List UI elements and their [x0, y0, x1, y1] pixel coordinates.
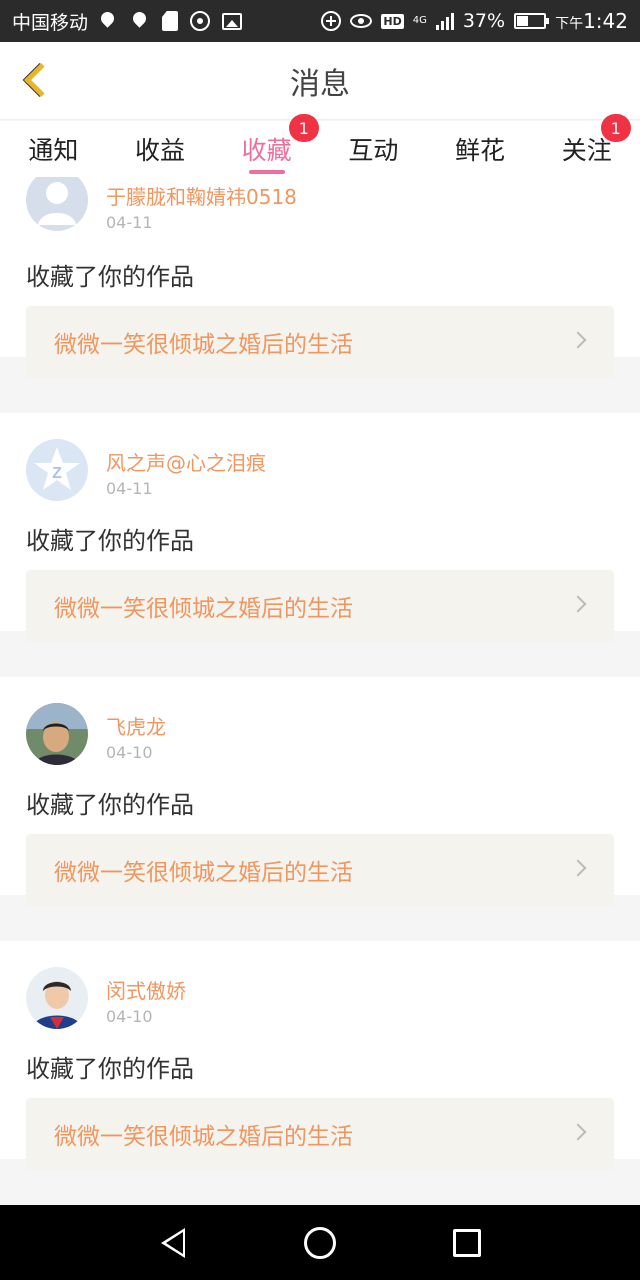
- nav-home-button[interactable]: [290, 1213, 350, 1273]
- eye-comfort-icon: [350, 14, 373, 28]
- tab-label: 收益: [135, 136, 186, 165]
- signal-icon: [435, 12, 454, 30]
- back-button[interactable]: [12, 56, 60, 104]
- tab-notifications[interactable]: 通知: [0, 121, 107, 177]
- message-date: 04-10: [106, 1007, 153, 1026]
- message-card: 闵式傲娇 04-10 收藏了你的作品 微微一笑很倾城之婚后的生活: [0, 941, 640, 1170]
- nav-recents-button[interactable]: [437, 1213, 497, 1273]
- message-date: 04-10: [106, 743, 153, 762]
- time-period: 下午: [555, 16, 584, 32]
- username[interactable]: 飞虎龙: [106, 711, 166, 740]
- message-date: 04-11: [106, 479, 153, 498]
- work-title: 微微一笑很倾城之婚后的生活: [54, 596, 353, 622]
- battery-percent: 37%: [462, 10, 506, 32]
- message-card: Z 风之声@心之泪痕 04-11 收藏了你的作品 微微一笑很倾城之婚后的生活: [0, 413, 640, 642]
- default-avatar-icon: [38, 182, 76, 225]
- notification-icons: [98, 11, 243, 31]
- avatar[interactable]: [26, 177, 88, 231]
- message-card: 于朦胧和鞠婧祎0518 04-11 收藏了你的作品 微微一笑很倾城之婚后的生活: [0, 177, 640, 378]
- username[interactable]: 于朦胧和鞠婧祎0518: [106, 181, 297, 210]
- action-text: 收藏了你的作品: [26, 527, 194, 555]
- user-photo-icon: [26, 703, 88, 765]
- status-indicators: HD 4G 37% 下午1:42: [321, 9, 628, 33]
- action-text: 收藏了你的作品: [26, 1055, 194, 1083]
- message-tabs: 通知 收益 收藏 1 互动 鲜花 关注 1: [0, 114, 640, 177]
- work-link[interactable]: 微微一笑很倾城之婚后的生活: [26, 834, 614, 906]
- notification-bulb-icon: [98, 11, 118, 31]
- chevron-right-icon: [569, 595, 587, 613]
- chevron-right-icon: [569, 331, 587, 349]
- notification-bulb-icon: [130, 11, 150, 31]
- chevron-right-icon: [569, 859, 587, 877]
- tab-following[interactable]: 关注 1: [533, 114, 640, 177]
- work-title: 微微一笑很倾城之婚后的生活: [54, 332, 353, 358]
- unread-badge: 1: [600, 114, 631, 142]
- carrier-label: 中国移动: [12, 11, 89, 34]
- username[interactable]: 闵式傲娇: [106, 975, 186, 1004]
- work-link[interactable]: 微微一笑很倾城之婚后的生活: [26, 306, 614, 378]
- avatar[interactable]: [26, 967, 88, 1029]
- image-icon: [222, 12, 243, 30]
- message-list[interactable]: 于朦胧和鞠婧祎0518 04-11 收藏了你的作品 微微一笑很倾城之婚后的生活 …: [0, 177, 640, 1205]
- sd-card-icon: [162, 11, 179, 31]
- action-text: 收藏了你的作品: [26, 263, 194, 291]
- tab-favorites[interactable]: 收藏 1: [213, 114, 320, 177]
- message-card: 飞虎龙 04-10 收藏了你的作品 微微一笑很倾城之婚后的生活: [0, 677, 640, 906]
- tab-label: 通知: [28, 136, 79, 165]
- location-icon: [190, 11, 211, 31]
- tab-interactions[interactable]: 互动: [320, 121, 427, 177]
- circle-home-icon: [303, 1226, 336, 1259]
- tab-label: 鲜花: [455, 136, 506, 165]
- square-recents-icon: [452, 1228, 481, 1257]
- work-title: 微微一笑很倾城之婚后的生活: [54, 1124, 353, 1150]
- data-saver-icon: [321, 11, 342, 31]
- user-photo-icon: [26, 967, 88, 1029]
- message-date: 04-11: [106, 213, 153, 232]
- tab-label: 互动: [348, 136, 399, 165]
- chevron-right-icon: [569, 1123, 587, 1141]
- work-link[interactable]: 微微一笑很倾城之婚后的生活: [26, 1098, 614, 1170]
- page-title: 消息: [290, 66, 350, 102]
- tab-earnings[interactable]: 收益: [107, 121, 214, 177]
- work-title: 微微一笑很倾城之婚后的生活: [54, 860, 353, 886]
- svg-text:Z: Z: [52, 465, 62, 482]
- system-nav-bar: [0, 1205, 640, 1280]
- app-header: 消息: [0, 42, 640, 120]
- clock: 1:42: [583, 9, 628, 33]
- network-type-label: 4G: [412, 15, 427, 26]
- username[interactable]: 风之声@心之泪痕: [106, 447, 266, 476]
- qq-avatar-icon: Z: [34, 447, 80, 490]
- avatar[interactable]: Z: [26, 439, 88, 501]
- tab-flowers[interactable]: 鲜花: [427, 121, 534, 177]
- tab-label: 收藏: [241, 136, 292, 165]
- status-bar: 中国移动 HD 4G 37% 下午1:42: [0, 0, 640, 42]
- work-link[interactable]: 微微一笑很倾城之婚后的生活: [26, 570, 614, 642]
- hd-icon: HD: [381, 13, 404, 29]
- chevron-left-icon: [24, 63, 58, 97]
- avatar[interactable]: [26, 703, 88, 765]
- nav-back-button[interactable]: [143, 1213, 203, 1273]
- unread-badge: 1: [288, 114, 319, 142]
- action-text: 收藏了你的作品: [26, 791, 194, 819]
- triangle-back-icon: [161, 1227, 186, 1258]
- battery-icon: [514, 13, 550, 29]
